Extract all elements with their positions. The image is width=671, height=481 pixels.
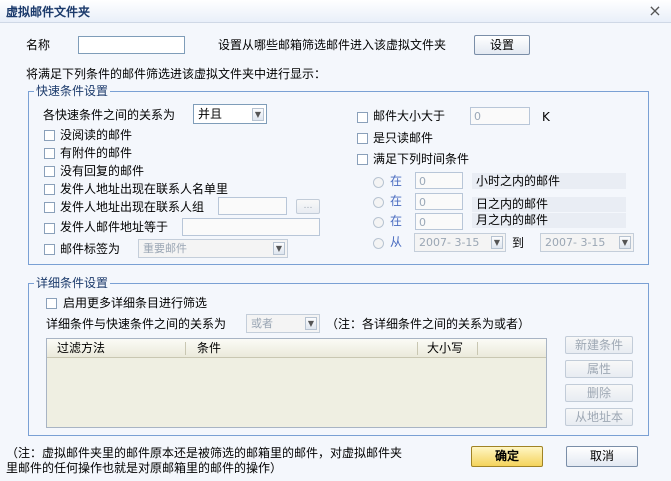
sender-address-field[interactable] bbox=[182, 218, 320, 236]
title-bar: 虚拟邮件文件夹 × bbox=[0, 0, 671, 23]
source-hint: 设置从哪些邮箱筛选邮件进入该虚拟文件夹 bbox=[218, 38, 447, 52]
from-date-select[interactable]: 2007- 3-15 ▼ bbox=[414, 233, 506, 252]
checkbox-sender-equals[interactable] bbox=[44, 223, 55, 234]
radio-hours[interactable] bbox=[373, 177, 384, 188]
to-date-value: 2007- 3-15 bbox=[545, 236, 606, 249]
label-readonly: 是只读邮件 bbox=[373, 131, 434, 145]
detail-relation-label: 详细条件与快速条件之间的关系为 bbox=[46, 317, 227, 331]
radio-hours-label: 在 bbox=[390, 174, 403, 188]
tag-select[interactable]: 重要邮件 ▼ bbox=[138, 239, 288, 258]
to-date-select[interactable]: 2007- 3-15 ▼ bbox=[540, 233, 634, 252]
close-icon[interactable]: × bbox=[646, 2, 664, 20]
checkbox-tag[interactable] bbox=[44, 244, 55, 255]
new-condition-button[interactable]: 新建条件 bbox=[565, 336, 633, 354]
detail-relation-value: 或者 bbox=[251, 317, 273, 330]
column-divider bbox=[417, 342, 418, 355]
checkbox-not-replied[interactable] bbox=[44, 166, 55, 177]
label-tag: 邮件标签为 bbox=[60, 242, 121, 256]
label-size: 邮件大小大于 bbox=[373, 109, 446, 123]
chevron-down-icon: ▼ bbox=[619, 236, 631, 249]
checkbox-readonly[interactable] bbox=[357, 133, 368, 144]
checkbox-sender-in-contacts[interactable] bbox=[44, 184, 55, 195]
name-label: 名称 bbox=[26, 38, 51, 52]
hours-field[interactable]: 0 bbox=[415, 172, 463, 189]
contact-group-browse-button[interactable]: … bbox=[296, 199, 320, 214]
size-unit: K bbox=[542, 110, 550, 124]
properties-button[interactable]: 属性 bbox=[565, 360, 633, 378]
label-sender-equals: 发件人邮件地址等于 bbox=[60, 220, 169, 234]
settings-button[interactable]: 设置 bbox=[474, 35, 530, 55]
label-not-replied: 没有回复的邮件 bbox=[60, 164, 145, 178]
cancel-button[interactable]: 取消 bbox=[566, 446, 638, 467]
from-date-value: 2007- 3-15 bbox=[419, 236, 480, 249]
label-sender-in-group: 发件人地址出现在联系人组 bbox=[60, 200, 205, 214]
checkbox-attachment[interactable] bbox=[44, 148, 55, 159]
column-condition[interactable]: 条件 bbox=[197, 340, 221, 356]
radio-months-label: 在 bbox=[390, 214, 403, 228]
intro-text: 将满足下列条件的邮件筛选进该虚拟文件夹中进行显示： bbox=[26, 67, 327, 81]
quick-relation-label: 各快速条件之间的关系为 bbox=[43, 108, 176, 122]
chevron-down-icon: ▼ bbox=[273, 242, 285, 255]
days-suffix: 日之内的邮件 bbox=[476, 197, 549, 211]
hours-suffix: 小时之内的邮件 bbox=[476, 174, 561, 188]
chevron-down-icon: ▼ bbox=[305, 317, 317, 330]
checkbox-sender-in-group[interactable] bbox=[44, 202, 55, 213]
column-filter-method[interactable]: 过滤方法 bbox=[57, 340, 105, 356]
from-address-book-button[interactable]: 从地址本 bbox=[565, 408, 633, 426]
detail-relation-select[interactable]: 或者 ▼ bbox=[246, 314, 320, 333]
column-divider bbox=[477, 342, 478, 355]
months-field[interactable]: 0 bbox=[415, 213, 463, 230]
chevron-down-icon: ▼ bbox=[252, 108, 264, 121]
chevron-down-icon: ▼ bbox=[491, 236, 503, 249]
detail-conditions-legend: 详细条件设置 bbox=[34, 275, 111, 291]
quick-relation-value: 并且 bbox=[198, 107, 223, 121]
radio-date-range[interactable] bbox=[373, 238, 384, 249]
from-label: 从 bbox=[390, 235, 403, 249]
quick-relation-select[interactable]: 并且 ▼ bbox=[193, 104, 267, 124]
label-enable-detail: 启用更多详细条目进行筛选 bbox=[63, 296, 208, 310]
ok-button[interactable]: 确定 bbox=[471, 446, 543, 467]
detail-relation-note: （注：各详细条件之间的关系为或者） bbox=[326, 317, 531, 331]
detail-conditions-list[interactable]: 过滤方法 条件 大小写 bbox=[46, 338, 547, 428]
list-header bbox=[47, 339, 546, 358]
label-time: 满足下列时间条件 bbox=[373, 152, 470, 166]
days-field[interactable]: 0 bbox=[415, 193, 463, 210]
window-title: 虚拟邮件文件夹 bbox=[6, 5, 91, 19]
quick-conditions-legend: 快速条件设置 bbox=[34, 83, 111, 99]
column-case[interactable]: 大小写 bbox=[427, 340, 463, 356]
footer-note-line1: （注：虚拟邮件夹里的邮件原本还是被筛选的邮箱里的邮件，对虚拟邮件夹 bbox=[6, 446, 403, 460]
label-attachment: 有附件的邮件 bbox=[60, 146, 133, 160]
tag-value: 重要邮件 bbox=[143, 242, 187, 255]
label-sender-in-contacts: 发件人地址出现在联系人名单里 bbox=[60, 182, 229, 196]
months-suffix: 月之内的邮件 bbox=[476, 213, 549, 227]
label-unread: 没阅读的邮件 bbox=[60, 128, 133, 142]
to-label: 到 bbox=[512, 236, 525, 250]
radio-days[interactable] bbox=[373, 197, 384, 208]
name-input[interactable] bbox=[78, 36, 185, 54]
contact-group-field[interactable] bbox=[218, 197, 287, 215]
radio-days-label: 在 bbox=[390, 194, 403, 208]
size-field[interactable]: 0 bbox=[470, 107, 530, 125]
footer-note-line2: 里邮件的任何操作也就是对原邮箱里的邮件的操作） bbox=[6, 461, 283, 475]
radio-months[interactable] bbox=[373, 217, 384, 228]
delete-button[interactable]: 删除 bbox=[565, 384, 633, 402]
checkbox-size[interactable] bbox=[357, 112, 368, 123]
checkbox-time[interactable] bbox=[357, 154, 368, 165]
column-divider bbox=[185, 342, 186, 355]
checkbox-unread[interactable] bbox=[44, 130, 55, 141]
checkbox-enable-detail[interactable] bbox=[46, 298, 57, 309]
